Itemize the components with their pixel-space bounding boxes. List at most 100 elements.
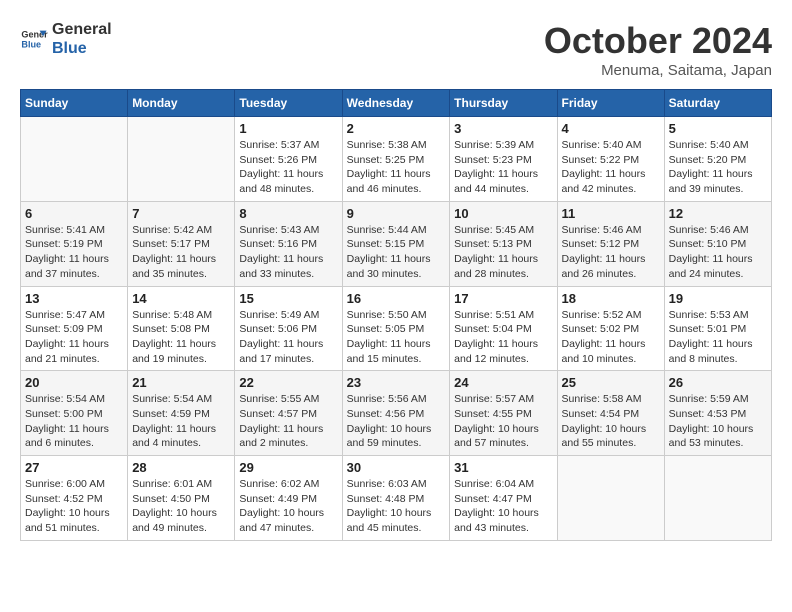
day-detail: Sunrise: 5:45 AM Sunset: 5:13 PM Dayligh… — [454, 223, 552, 282]
day-number: 25 — [562, 375, 660, 390]
calendar-cell: 6 Sunrise: 5:41 AM Sunset: 5:19 PM Daylig… — [21, 201, 128, 286]
calendar-cell: 23 Sunrise: 5:56 AM Sunset: 4:56 PM Dayli… — [342, 371, 450, 456]
day-number: 18 — [562, 291, 660, 306]
calendar-cell: 13 Sunrise: 5:47 AM Sunset: 5:09 PM Dayli… — [21, 286, 128, 371]
day-detail: Sunrise: 5:48 AM Sunset: 5:08 PM Dayligh… — [132, 308, 230, 367]
day-detail: Sunrise: 6:01 AM Sunset: 4:50 PM Dayligh… — [132, 477, 230, 536]
calendar-cell: 9Sunrise: 5:44 AM Sunset: 5:15 PM Daylig… — [342, 201, 450, 286]
day-number: 21 — [132, 375, 230, 390]
calendar-cell: 1 Sunrise: 5:37 AM Sunset: 5:26 PM Daylig… — [235, 117, 342, 202]
day-number: 20 — [25, 375, 123, 390]
day-detail: Sunrise: 5:52 AM Sunset: 5:02 PM Dayligh… — [562, 308, 660, 367]
calendar-cell: 16 Sunrise: 5:50 AM Sunset: 5:05 PM Dayli… — [342, 286, 450, 371]
calendar-cell: 30 Sunrise: 6:03 AM Sunset: 4:48 PM Dayli… — [342, 456, 450, 541]
day-number: 28 — [132, 460, 230, 475]
calendar-cell — [664, 456, 771, 541]
calendar-cell: 20 Sunrise: 5:54 AM Sunset: 5:00 PM Dayli… — [21, 371, 128, 456]
calendar-cell: 10Sunrise: 5:45 AM Sunset: 5:13 PM Dayli… — [450, 201, 557, 286]
day-detail: Sunrise: 6:00 AM Sunset: 4:52 PM Dayligh… — [25, 477, 123, 536]
day-detail: Sunrise: 5:56 AM Sunset: 4:56 PM Dayligh… — [347, 392, 446, 451]
day-detail: Sunrise: 5:55 AM Sunset: 4:57 PM Dayligh… — [239, 392, 337, 451]
day-number: 3 — [454, 121, 552, 136]
logo-blue: Blue — [52, 39, 112, 58]
day-detail: Sunrise: 5:43 AM Sunset: 5:16 PM Dayligh… — [239, 223, 337, 282]
calendar-header-thursday: Thursday — [450, 90, 557, 117]
calendar-cell: 7Sunrise: 5:42 AM Sunset: 5:17 PM Daylig… — [128, 201, 235, 286]
day-detail: Sunrise: 5:40 AM Sunset: 5:22 PM Dayligh… — [562, 138, 660, 197]
day-number: 16 — [347, 291, 446, 306]
calendar-body: 1 Sunrise: 5:37 AM Sunset: 5:26 PM Daylig… — [21, 117, 772, 541]
calendar-cell: 21 Sunrise: 5:54 AM Sunset: 4:59 PM Dayli… — [128, 371, 235, 456]
calendar-cell: 15Sunrise: 5:49 AM Sunset: 5:06 PM Dayli… — [235, 286, 342, 371]
day-detail: Sunrise: 5:41 AM Sunset: 5:19 PM Dayligh… — [25, 223, 123, 282]
day-detail: Sunrise: 5:37 AM Sunset: 5:26 PM Dayligh… — [239, 138, 337, 197]
day-number: 13 — [25, 291, 123, 306]
calendar-header-wednesday: Wednesday — [342, 90, 450, 117]
calendar-week-4: 20 Sunrise: 5:54 AM Sunset: 5:00 PM Dayli… — [21, 371, 772, 456]
calendar-cell: 14 Sunrise: 5:48 AM Sunset: 5:08 PM Dayli… — [128, 286, 235, 371]
day-detail: Sunrise: 5:50 AM Sunset: 5:05 PM Dayligh… — [347, 308, 446, 367]
day-detail: Sunrise: 5:54 AM Sunset: 5:00 PM Dayligh… — [25, 392, 123, 451]
day-number: 27 — [25, 460, 123, 475]
day-number: 14 — [132, 291, 230, 306]
day-detail: Sunrise: 6:04 AM Sunset: 4:47 PM Dayligh… — [454, 477, 552, 536]
calendar-cell: 22 Sunrise: 5:55 AM Sunset: 4:57 PM Dayli… — [235, 371, 342, 456]
calendar-header-saturday: Saturday — [664, 90, 771, 117]
day-detail: Sunrise: 5:40 AM Sunset: 5:20 PM Dayligh… — [669, 138, 767, 197]
calendar-week-1: 1 Sunrise: 5:37 AM Sunset: 5:26 PM Daylig… — [21, 117, 772, 202]
day-detail: Sunrise: 5:38 AM Sunset: 5:25 PM Dayligh… — [347, 138, 446, 197]
calendar-cell: 28 Sunrise: 6:01 AM Sunset: 4:50 PM Dayli… — [128, 456, 235, 541]
day-number: 1 — [239, 121, 337, 136]
day-number: 23 — [347, 375, 446, 390]
calendar-cell: 3 Sunrise: 5:39 AM Sunset: 5:23 PM Daylig… — [450, 117, 557, 202]
day-detail: Sunrise: 5:39 AM Sunset: 5:23 PM Dayligh… — [454, 138, 552, 197]
location-subtitle: Menuma, Saitama, Japan — [544, 62, 772, 79]
day-detail: Sunrise: 5:58 AM Sunset: 4:54 PM Dayligh… — [562, 392, 660, 451]
title-block: October 2024 Menuma, Saitama, Japan — [544, 20, 772, 79]
day-number: 29 — [239, 460, 337, 475]
day-number: 17 — [454, 291, 552, 306]
svg-text:Blue: Blue — [21, 40, 41, 50]
calendar-cell: 18 Sunrise: 5:52 AM Sunset: 5:02 PM Dayli… — [557, 286, 664, 371]
logo-general: General — [52, 20, 112, 39]
day-number: 2 — [347, 121, 446, 136]
day-number: 22 — [239, 375, 337, 390]
day-detail: Sunrise: 5:54 AM Sunset: 4:59 PM Dayligh… — [132, 392, 230, 451]
calendar-cell — [557, 456, 664, 541]
day-number: 7 — [132, 206, 230, 221]
calendar-cell: 17 Sunrise: 5:51 AM Sunset: 5:04 PM Dayli… — [450, 286, 557, 371]
logo-icon: General Blue — [20, 25, 48, 53]
day-number: 26 — [669, 375, 767, 390]
calendar-header-sunday: Sunday — [21, 90, 128, 117]
calendar-header-tuesday: Tuesday — [235, 90, 342, 117]
day-detail: Sunrise: 5:59 AM Sunset: 4:53 PM Dayligh… — [669, 392, 767, 451]
day-detail: Sunrise: 5:46 AM Sunset: 5:10 PM Dayligh… — [669, 223, 767, 282]
calendar-cell: 5 Sunrise: 5:40 AM Sunset: 5:20 PM Daylig… — [664, 117, 771, 202]
day-number: 6 — [25, 206, 123, 221]
day-detail: Sunrise: 5:44 AM Sunset: 5:15 PM Dayligh… — [347, 223, 446, 282]
day-detail: Sunrise: 5:51 AM Sunset: 5:04 PM Dayligh… — [454, 308, 552, 367]
calendar-week-3: 13 Sunrise: 5:47 AM Sunset: 5:09 PM Dayli… — [21, 286, 772, 371]
day-detail: Sunrise: 5:49 AM Sunset: 5:06 PM Dayligh… — [239, 308, 337, 367]
day-number: 30 — [347, 460, 446, 475]
calendar-header-friday: Friday — [557, 90, 664, 117]
calendar-cell: 11Sunrise: 5:46 AM Sunset: 5:12 PM Dayli… — [557, 201, 664, 286]
calendar-cell — [128, 117, 235, 202]
day-number: 19 — [669, 291, 767, 306]
day-number: 8 — [239, 206, 337, 221]
day-number: 5 — [669, 121, 767, 136]
calendar-header-monday: Monday — [128, 90, 235, 117]
calendar-cell: 24Sunrise: 5:57 AM Sunset: 4:55 PM Dayli… — [450, 371, 557, 456]
month-title: October 2024 — [544, 20, 772, 62]
page-header: General Blue General Blue October 2024 M… — [20, 20, 772, 79]
day-detail: Sunrise: 6:03 AM Sunset: 4:48 PM Dayligh… — [347, 477, 446, 536]
calendar-cell: 26 Sunrise: 5:59 AM Sunset: 4:53 PM Dayli… — [664, 371, 771, 456]
calendar-week-5: 27 Sunrise: 6:00 AM Sunset: 4:52 PM Dayli… — [21, 456, 772, 541]
day-number: 4 — [562, 121, 660, 136]
calendar-cell: 25 Sunrise: 5:58 AM Sunset: 4:54 PM Dayli… — [557, 371, 664, 456]
calendar-cell: 31Sunrise: 6:04 AM Sunset: 4:47 PM Dayli… — [450, 456, 557, 541]
calendar-cell: 8 Sunrise: 5:43 AM Sunset: 5:16 PM Daylig… — [235, 201, 342, 286]
day-detail: Sunrise: 5:57 AM Sunset: 4:55 PM Dayligh… — [454, 392, 552, 451]
calendar-cell: 27 Sunrise: 6:00 AM Sunset: 4:52 PM Dayli… — [21, 456, 128, 541]
day-detail: Sunrise: 5:47 AM Sunset: 5:09 PM Dayligh… — [25, 308, 123, 367]
